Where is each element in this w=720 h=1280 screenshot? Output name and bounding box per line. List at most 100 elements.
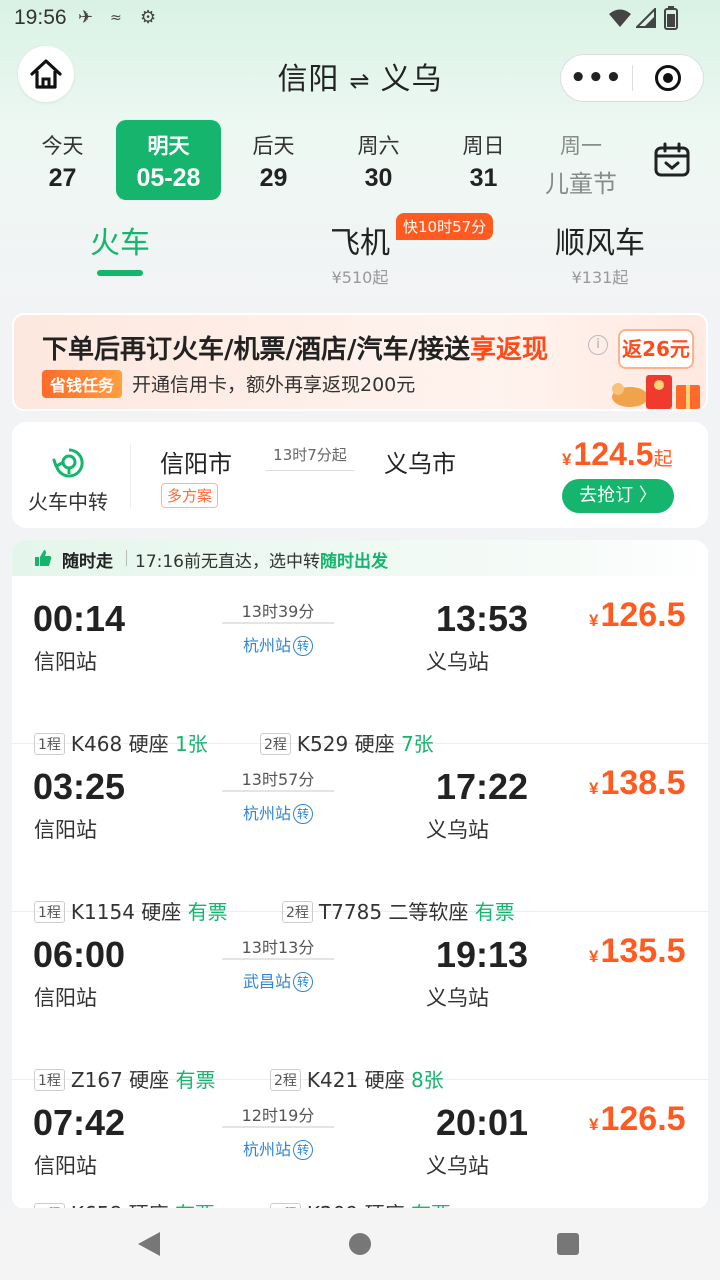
date-tomorrow-selected[interactable]: 明天 05-28 — [116, 120, 221, 200]
wifi-icon — [609, 9, 631, 27]
promo-title: 下单后再订火车/机票/酒店/汽车/接送享返现 — [42, 329, 548, 366]
duration-line — [222, 958, 334, 960]
transfer-mark-icon: 转 — [293, 1140, 313, 1160]
date-weekday: 今天 — [41, 134, 84, 158]
origin-city: 信阳 — [277, 62, 340, 97]
home-icon — [30, 59, 62, 89]
result-row[interactable]: 03:25 信阳站 13时57分 杭州站转 17:22 义乌站 ¥138.5 1… — [12, 744, 708, 924]
ticket-price-value: 126.5 — [600, 1100, 686, 1138]
transfer-mark-icon: 转 — [293, 636, 313, 656]
route-title[interactable]: 信阳 ⇌ 义乌 — [200, 54, 520, 98]
ticket-price-value: 138.5 — [600, 764, 686, 802]
trip-duration: 13时39分 — [241, 602, 315, 621]
tab-label: 火车 — [90, 226, 150, 261]
currency-symbol: ¥ — [562, 450, 572, 469]
thumbs-up-icon — [35, 550, 52, 566]
system-navigation-bar — [0, 1208, 720, 1280]
cell-signal-icon — [636, 8, 656, 28]
date-day: 29 — [259, 164, 288, 192]
gift-illustration-icon — [612, 375, 700, 409]
departure-station: 信阳站 — [34, 986, 97, 1010]
transfer-price-value: 124.5 — [573, 436, 654, 472]
transfer-station-name: 武昌站 — [242, 972, 291, 991]
currency-symbol: ¥ — [589, 947, 599, 966]
result-row[interactable]: 07:42 信阳站 12时19分 杭州站转 20:01 义乌站 ¥126.5 1… — [12, 1080, 708, 1210]
date-day: 31 — [469, 164, 498, 192]
swap-icon[interactable]: ⇌ — [349, 67, 370, 95]
result-row[interactable]: 06:00 信阳站 13时13分 武昌站转 19:13 义乌站 ¥135.5 1… — [12, 912, 708, 1092]
arrival-time: 13:53 — [436, 598, 529, 639]
tab-train[interactable]: 火车 — [80, 218, 160, 276]
transfer-origin: 信阳市 — [160, 450, 232, 478]
ticket-price: ¥138.5 — [589, 764, 686, 803]
status-bar: 19:56 ✈ ≈ ⚙ — [0, 0, 720, 38]
target-icon — [654, 65, 681, 91]
date-day-after[interactable]: 后天 29 — [221, 120, 326, 200]
transfer-station-name: 杭州站 — [242, 804, 291, 823]
departure-time: 06:00 — [33, 934, 126, 975]
data-saver-icon: ≈ — [110, 10, 122, 26]
transfer-station-name: 杭州站 — [242, 636, 291, 655]
duration-line — [222, 790, 334, 792]
header: 信阳 ⇌ 义乌 ••• — [0, 44, 720, 106]
banner-text-highlight: 随时出发 — [320, 552, 388, 572]
promo-title-highlight: 享返现 — [470, 335, 549, 365]
arrival-station: 义乌站 — [426, 986, 489, 1010]
arrival-station: 义乌站 — [426, 1154, 489, 1178]
result-row[interactable]: 00:14 信阳站 13时39分 杭州站转 13:53 义乌站 ¥126.5 1… — [12, 576, 708, 756]
home-button[interactable] — [18, 46, 74, 102]
transfer-label: 火车中转 — [28, 490, 108, 514]
departure-time: 00:14 — [33, 598, 126, 639]
cashback-promo-banner[interactable]: 下单后再订火车/机票/酒店/汽车/接送享返现 i 省钱任务 开通信用卡，额外再享… — [12, 313, 708, 411]
trip-duration: 13时13分 — [241, 938, 315, 957]
close-mini-program-button[interactable] — [633, 65, 704, 91]
banner-label: 随时走 — [62, 552, 113, 572]
grab-ticket-button[interactable]: 去抢订 〉 — [562, 479, 674, 513]
transfer-divider — [130, 444, 131, 508]
date-day: 27 — [48, 164, 77, 192]
transfer-station: 武昌站转 — [222, 968, 334, 992]
calendar-icon[interactable] — [654, 142, 690, 178]
promo-subtitle: 开通信用卡，额外再享返现200元 — [132, 374, 416, 396]
tab-price: ¥510起 — [331, 268, 389, 287]
tab-label: 飞机 — [330, 226, 390, 261]
promo-task-tag: 省钱任务 — [42, 370, 123, 398]
trip-duration: 13时57分 — [241, 770, 315, 789]
duration-line — [222, 622, 334, 624]
arrival-time: 17:22 — [436, 766, 529, 807]
banner-divider — [126, 550, 127, 566]
more-menu-button[interactable]: ••• — [561, 56, 632, 100]
multi-plan-tag: 多方案 — [161, 483, 219, 508]
flight-faster-badge: 快10时57分 — [396, 213, 494, 240]
destination-city: 义乌 — [380, 62, 443, 97]
home-circle-icon[interactable] — [349, 1233, 371, 1255]
back-icon[interactable] — [138, 1232, 160, 1256]
departure-time: 07:42 — [33, 1102, 126, 1143]
trip-duration: 12时19分 — [241, 1106, 315, 1125]
info-icon[interactable]: i — [588, 335, 608, 355]
tab-active-indicator — [97, 270, 143, 276]
currency-symbol: ¥ — [589, 611, 599, 630]
banner-text-main: 17:16前无直达，选中转 — [135, 552, 320, 572]
transport-tabs: 火车 飞机 ¥510起 顺风车 ¥131起 — [0, 218, 720, 288]
arrival-station: 义乌站 — [426, 818, 489, 842]
date-weekday: 后天 — [252, 134, 295, 158]
arrival-time: 19:13 — [436, 934, 529, 975]
price-suffix: 起 — [653, 448, 673, 470]
date-today[interactable]: 今天 27 — [10, 120, 115, 200]
date-sunday[interactable]: 周日 31 — [431, 120, 536, 200]
tab-rideshare[interactable]: 顺风车 ¥131起 — [540, 218, 660, 288]
ticket-price-value: 126.5 — [600, 596, 686, 634]
ticket-price: ¥135.5 — [589, 932, 686, 971]
date-monday[interactable]: 周一 儿童节 — [536, 120, 626, 200]
date-weekday: 明天 — [147, 134, 190, 158]
currency-symbol: ¥ — [589, 779, 599, 798]
transfer-results-list: 随时走 17:16前无直达，选中转随时出发 00:14 信阳站 13时39分 杭… — [12, 540, 708, 1210]
date-weekday: 周一 — [560, 134, 602, 158]
departure-station: 信阳站 — [34, 650, 97, 674]
transfer-station-name: 杭州站 — [242, 1140, 291, 1159]
date-saturday[interactable]: 周六 30 — [326, 120, 431, 200]
tab-flight[interactable]: 飞机 ¥510起 — [310, 218, 410, 288]
transfer-station: 杭州站转 — [222, 1136, 334, 1160]
recents-icon[interactable] — [557, 1233, 579, 1255]
